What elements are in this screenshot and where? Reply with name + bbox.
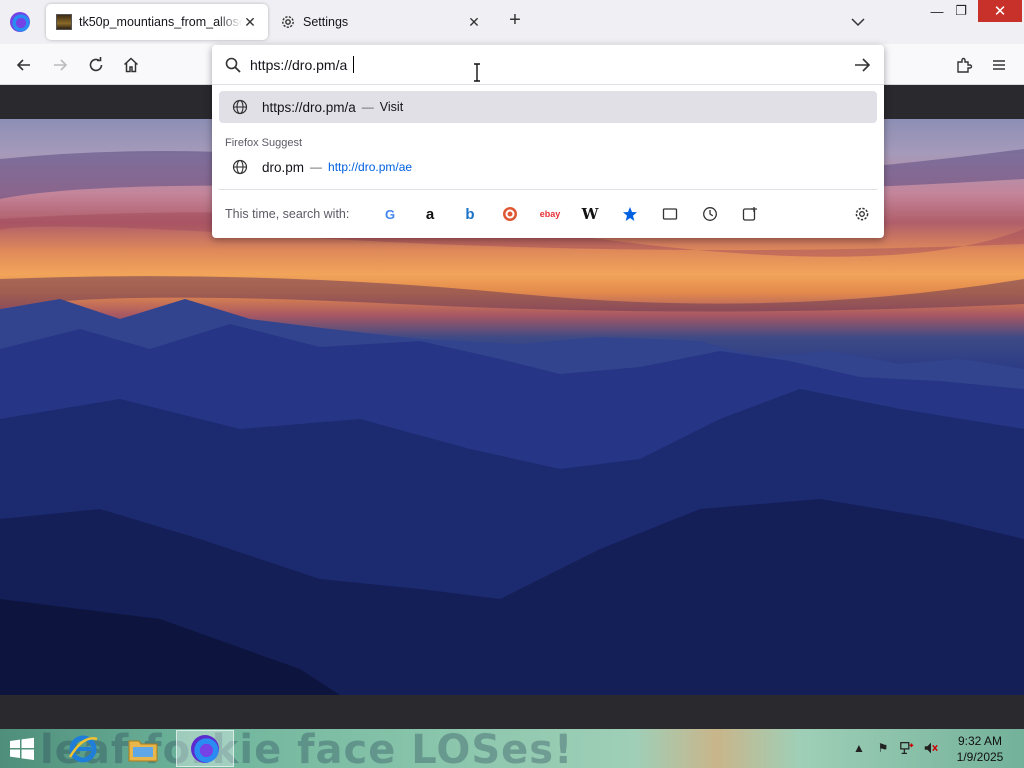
ebay-engine-icon[interactable]: ebay bbox=[540, 204, 561, 224]
google-engine-icon[interactable]: G bbox=[380, 204, 400, 224]
firefox-icon bbox=[191, 734, 219, 763]
system-clock[interactable]: 9:32 AM 1/9/2025 bbox=[946, 733, 1014, 765]
result-action: Visit bbox=[379, 100, 404, 114]
new-tab-button[interactable]: + bbox=[504, 10, 526, 32]
urlbar bbox=[212, 45, 884, 85]
text-caret bbox=[353, 56, 354, 73]
folder-icon bbox=[128, 740, 158, 761]
internet-explorer-icon bbox=[68, 735, 98, 762]
home-icon bbox=[123, 57, 139, 73]
show-hidden-icons-icon[interactable]: ▲ bbox=[850, 739, 868, 757]
clock-time: 9:32 AM bbox=[957, 734, 1003, 748]
search-settings-gear-icon[interactable] bbox=[852, 204, 872, 224]
page-dark-band-bottom bbox=[0, 695, 1024, 729]
close-window-button[interactable]: ✕ bbox=[978, 0, 1022, 22]
back-button[interactable] bbox=[13, 54, 35, 76]
home-button[interactable] bbox=[120, 54, 142, 76]
file-explorer-taskbar-button[interactable] bbox=[114, 730, 172, 767]
bookmarks-star-icon[interactable] bbox=[620, 204, 640, 224]
suggestion-row[interactable]: dro.pm — http://dro.pm/ae bbox=[219, 151, 877, 183]
suggestion-url: http://dro.pm/ae bbox=[328, 160, 413, 174]
close-tab-icon[interactable]: ✕ bbox=[242, 14, 258, 30]
amazon-engine-icon[interactable]: a bbox=[420, 204, 440, 224]
result-separator: — bbox=[361, 100, 374, 114]
result-visit-row[interactable]: https://dro.pm/a — Visit bbox=[219, 91, 877, 123]
network-icon[interactable] bbox=[898, 739, 916, 757]
clock-date: 1/9/2025 bbox=[956, 750, 1004, 764]
suggestion-title: dro.pm bbox=[262, 159, 305, 175]
close-tab-icon[interactable]: ✕ bbox=[466, 14, 482, 30]
volume-muted-icon[interactable] bbox=[922, 739, 940, 757]
history-clock-icon[interactable] bbox=[700, 204, 720, 224]
tab-strip: tk50p_mountians_from_allosess ✕ Settings… bbox=[0, 0, 1024, 44]
address-input[interactable] bbox=[250, 54, 830, 76]
firefox-view-icon[interactable] bbox=[10, 12, 30, 32]
firefox-suggest-label: Firefox Suggest bbox=[225, 137, 303, 149]
back-arrow-icon bbox=[16, 59, 30, 71]
tab-mountains[interactable]: tk50p_mountians_from_allosess ✕ bbox=[46, 4, 268, 40]
tab-title: tk50p_mountians_from_allosess bbox=[79, 15, 242, 29]
tab-settings[interactable]: Settings ✕ bbox=[270, 4, 492, 40]
gear-icon bbox=[282, 16, 294, 28]
windows-start-icon[interactable] bbox=[8, 737, 36, 761]
globe-icon bbox=[232, 159, 248, 175]
ibeam-cursor-icon bbox=[474, 63, 480, 82]
chevron-down-icon[interactable] bbox=[848, 12, 868, 32]
taskbar: leaf forkie face LOSes! ▲ ⚑ 9:32 AM 1/9/… bbox=[0, 727, 1024, 768]
extensions-button[interactable] bbox=[953, 54, 975, 76]
firefox-taskbar-button[interactable] bbox=[176, 730, 234, 767]
forward-arrow-icon bbox=[54, 59, 68, 71]
divider bbox=[219, 189, 877, 190]
one-off-label: This time, search with: bbox=[225, 207, 350, 221]
wikipedia-engine-icon[interactable]: W bbox=[580, 204, 600, 224]
result-separator: — bbox=[310, 160, 323, 174]
bing-engine-icon[interactable]: b bbox=[460, 204, 480, 224]
restore-button[interactable]: ❐ bbox=[946, 0, 976, 22]
search-icon bbox=[225, 57, 241, 73]
image-favicon-icon bbox=[56, 14, 72, 30]
go-arrow-icon[interactable] bbox=[852, 56, 872, 74]
tabs-icon[interactable] bbox=[660, 204, 680, 224]
globe-icon bbox=[232, 99, 248, 115]
hamburger-menu-icon bbox=[993, 60, 1005, 70]
one-off-search-bar: This time, search with: G a b ebay W bbox=[212, 195, 884, 233]
result-title: https://dro.pm/a bbox=[262, 99, 356, 115]
app-menu-button[interactable] bbox=[988, 54, 1010, 76]
reload-icon bbox=[89, 57, 103, 72]
reload-button[interactable] bbox=[85, 54, 107, 76]
action-center-flag-icon[interactable]: ⚑ bbox=[874, 739, 892, 757]
puzzle-piece-icon bbox=[957, 57, 973, 73]
forward-button[interactable] bbox=[49, 54, 71, 76]
actions-icon[interactable] bbox=[740, 204, 760, 224]
duckduckgo-engine-icon[interactable] bbox=[500, 204, 520, 224]
tab-title: Settings bbox=[303, 15, 349, 29]
internet-explorer-taskbar-button[interactable] bbox=[54, 730, 112, 767]
urlbar-popup: https://dro.pm/a — Visit Firefox Suggest… bbox=[212, 45, 884, 238]
